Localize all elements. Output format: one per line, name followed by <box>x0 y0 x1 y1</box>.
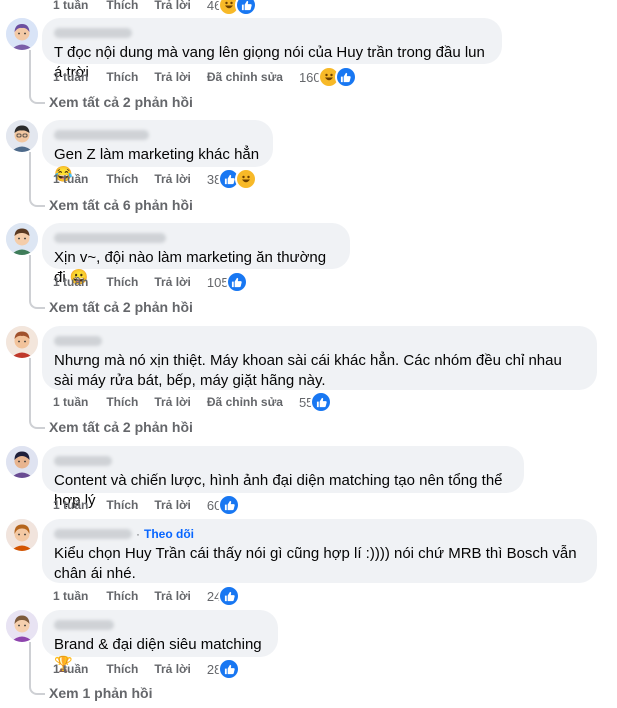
avatar[interactable] <box>6 223 38 255</box>
comment-author[interactable] <box>54 128 261 142</box>
reaction-summary[interactable]: 46 <box>207 0 258 16</box>
like-button[interactable]: Thích <box>106 0 138 12</box>
view-replies-link[interactable]: Xem tất cả 2 phản hồi <box>49 93 193 111</box>
thread-line <box>29 50 31 94</box>
comment-bubble: Content và chiến lược, hình ảnh đại diện… <box>42 446 524 509</box>
reply-button[interactable]: Trả lời <box>154 275 191 289</box>
comment-author[interactable] <box>54 26 490 40</box>
comment-actions: 1 tuần Thích Trả lời 60 <box>53 494 241 516</box>
edited-label: Đã chỉnh sửa <box>206 70 283 84</box>
thread-elbow <box>29 197 45 207</box>
reaction-summary[interactable]: 55 <box>299 391 333 413</box>
thread-elbow <box>29 419 45 429</box>
reaction-summary[interactable]: 105 <box>207 271 248 293</box>
comment-actions: 1 tuần Thích Trả lời 46 <box>53 0 258 16</box>
avatar[interactable] <box>6 519 38 551</box>
like-icon <box>310 391 333 413</box>
comment-bubble: Nhưng mà nó xịn thiệt. Máy khoan sài cái… <box>42 326 597 390</box>
like-button[interactable]: Thích <box>106 395 138 409</box>
avatar[interactable] <box>6 610 38 642</box>
thread-line <box>29 642 31 685</box>
comment-age[interactable]: 1 tuần <box>53 275 88 289</box>
reply-button[interactable]: Trả lời <box>154 70 191 84</box>
haha-icon <box>235 168 258 190</box>
comment-age[interactable]: 1 tuần <box>53 589 88 603</box>
reaction-summary[interactable]: 28 <box>207 658 241 680</box>
comment-actions: 1 tuần Thích Trả lời 38 <box>53 168 258 190</box>
thread-line <box>29 255 31 299</box>
comment-age[interactable]: 1 tuần <box>53 172 88 186</box>
view-replies-link[interactable]: Xem tất cả 2 phản hồi <box>49 298 193 316</box>
reply-button[interactable]: Trả lời <box>154 589 191 603</box>
view-replies-link[interactable]: Xem tất cả 6 phản hồi <box>49 196 193 214</box>
reaction-summary[interactable]: 60 <box>207 494 241 516</box>
comment-text: Kiểu chọn Huy Trần cái thấy nói gì cũng … <box>54 545 581 582</box>
reply-button[interactable]: Trả lời <box>154 172 191 186</box>
like-button[interactable]: Thích <box>106 589 138 603</box>
thread-line <box>29 152 31 197</box>
comment-bubble: Brand & đại diện siêu matching 🏆 <box>42 610 278 673</box>
avatar[interactable] <box>6 120 38 152</box>
comment-age[interactable]: 1 tuần <box>53 395 88 409</box>
comment-author[interactable] <box>54 334 585 348</box>
like-button[interactable]: Thích <box>106 662 138 676</box>
thread-elbow <box>29 94 45 104</box>
avatar[interactable] <box>6 446 38 478</box>
comment-actions: 1 tuần Thích Trả lời 24 <box>53 585 241 607</box>
comment-bubble: · Theo dõi Kiểu chọn Huy Trần cái thấy nó… <box>42 519 597 583</box>
comment-bubble: Gen Z làm marketing khác hẳn 😂 <box>42 120 273 183</box>
comment-age[interactable]: 1 tuần <box>53 0 88 12</box>
like-button[interactable]: Thích <box>106 172 138 186</box>
comment-author[interactable] <box>54 618 266 632</box>
like-button[interactable]: Thích <box>106 498 138 512</box>
reply-button[interactable]: Trả lời <box>154 498 191 512</box>
reaction-summary[interactable]: 24 <box>207 585 241 607</box>
comment-age[interactable]: 1 tuần <box>53 662 88 676</box>
thread-elbow <box>29 299 45 309</box>
like-button[interactable]: Thích <box>106 70 138 84</box>
edited-label: Đã chỉnh sửa <box>206 395 283 409</box>
reply-button[interactable]: Trả lời <box>154 662 191 676</box>
avatar[interactable] <box>6 18 38 50</box>
avatar[interactable] <box>6 326 38 358</box>
follow-button[interactable]: Theo dõi <box>144 527 194 541</box>
like-icon <box>225 271 248 293</box>
thread-line <box>29 358 31 419</box>
comment-actions: 1 tuần Thích Trả lời Đã chỉnh sửa 55 <box>53 391 333 413</box>
comment-actions: 1 tuần Thích Trả lời Đã chỉnh sửa 160 <box>53 66 357 88</box>
reply-button[interactable]: Trả lời <box>154 395 191 409</box>
thread-elbow <box>29 685 45 695</box>
comment-author[interactable]: · Theo dõi <box>54 527 585 541</box>
like-button[interactable]: Thích <box>106 275 138 289</box>
comment-actions: 1 tuần Thích Trả lời 105 <box>53 271 248 293</box>
like-icon <box>218 494 241 516</box>
like-icon <box>235 0 258 16</box>
view-replies-link[interactable]: Xem 1 phản hồi <box>49 684 152 702</box>
comment-text: Nhưng mà nó xịn thiệt. Máy khoan sài cái… <box>54 352 567 389</box>
like-icon <box>218 585 241 607</box>
reaction-summary[interactable]: 160 <box>299 66 357 88</box>
comment-author[interactable] <box>54 454 512 468</box>
comment-age[interactable]: 1 tuần <box>53 498 88 512</box>
comment-author[interactable] <box>54 231 338 245</box>
comment-bubble: T đọc nội dung mà vang lên giọng nói của… <box>42 18 502 81</box>
comment-age[interactable]: 1 tuần <box>53 70 88 84</box>
view-replies-link[interactable]: Xem tất cả 2 phản hồi <box>49 418 193 436</box>
reply-button[interactable]: Trả lời <box>154 0 191 12</box>
comment-bubble: Xịn v~, đội nào làm marketing ăn thường … <box>42 223 350 286</box>
like-icon <box>334 66 357 88</box>
like-icon <box>218 658 241 680</box>
reaction-summary[interactable]: 38 <box>207 168 258 190</box>
comment-actions: 1 tuần Thích Trả lời 28 <box>53 658 241 680</box>
